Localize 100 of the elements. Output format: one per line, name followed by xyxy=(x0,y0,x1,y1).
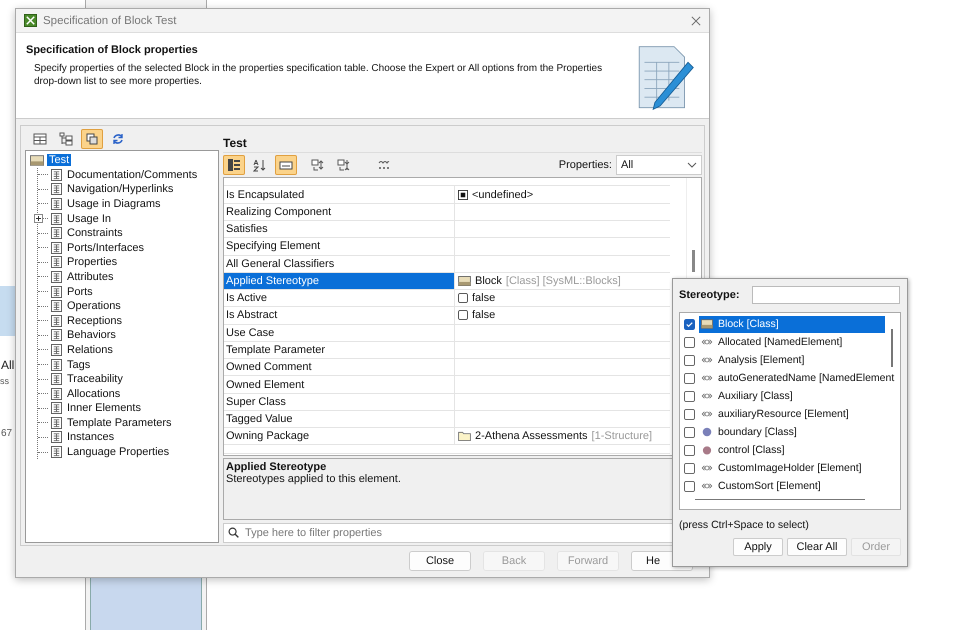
categorized-icon xyxy=(227,158,241,172)
tree-item[interactable]: Usage in Diagrams xyxy=(67,198,161,210)
table-row[interactable]: Realizing Component xyxy=(224,204,670,222)
page-icon xyxy=(51,183,62,196)
page-icon xyxy=(51,402,62,414)
table-row[interactable]: Super Class xyxy=(224,394,670,411)
tree-item[interactable]: Constraints xyxy=(67,227,123,240)
toolbar-button[interactable] xyxy=(223,154,245,174)
guillemet-icon xyxy=(701,391,713,401)
tree-item[interactable]: Inner Elements xyxy=(67,402,141,414)
list-item[interactable]: control [Class] xyxy=(699,442,885,458)
tree-item[interactable]: Navigation/Hyperlinks xyxy=(67,183,174,196)
tree-item[interactable]: Template Parameters xyxy=(67,416,172,429)
checkbox[interactable] xyxy=(684,462,695,474)
table-row[interactable]: Owning Package 2-Athena Assessments [1-Structure] xyxy=(224,428,670,446)
popup-button[interactable]: Clear All xyxy=(787,538,847,556)
checkbox[interactable] xyxy=(684,480,695,492)
property-value: 2-Athena Assessments xyxy=(475,430,588,442)
caret-icon xyxy=(687,162,697,168)
property-name: Is Active xyxy=(224,290,455,306)
tree-item[interactable]: Language Properties xyxy=(67,446,170,458)
tree-icon xyxy=(59,132,73,146)
tree-item[interactable]: Operations xyxy=(67,300,121,312)
page-icon xyxy=(51,168,62,181)
tree-item[interactable]: Documentation/Comments xyxy=(67,168,198,181)
checkbox[interactable] xyxy=(684,372,695,384)
table-row[interactable]: Tagged Value xyxy=(224,410,670,428)
property-value: false xyxy=(472,292,496,304)
sort-icon xyxy=(253,158,267,172)
tree-item[interactable]: Attributes xyxy=(67,270,114,283)
tree-item-label[interactable]: Test xyxy=(47,154,72,166)
guillemet-icon xyxy=(701,355,713,365)
filter-input[interactable]: Type here to filter properties xyxy=(243,526,673,540)
list-item[interactable]: Auxiliary [Class] xyxy=(699,388,885,404)
list-item[interactable]: CustomSort [Element] xyxy=(699,478,885,494)
checkbox[interactable] xyxy=(684,318,695,330)
background-text: ss xyxy=(0,376,9,386)
tree-item[interactable]: Tags xyxy=(67,358,90,371)
table-row[interactable]: Satisfies xyxy=(224,221,670,238)
table-row[interactable]: Specifying Element xyxy=(224,238,670,256)
property-name: Satisfies xyxy=(224,221,455,238)
stereotype-field[interactable] xyxy=(752,286,900,304)
block-icon xyxy=(30,154,44,166)
tree-item[interactable]: Test xyxy=(30,152,218,168)
checkbox[interactable] xyxy=(684,444,695,456)
block-icon xyxy=(701,319,713,329)
table-row[interactable]: Is Encapsulated <undefined> xyxy=(224,186,670,204)
toolbar-button[interactable] xyxy=(81,128,103,148)
dialog-button[interactable]: Close xyxy=(409,551,471,572)
table-row[interactable]: Applied Stereotype Block [Class] [SysML::Blocks] xyxy=(224,272,670,290)
list-item[interactable]: auxiliaryResource [Element] xyxy=(699,406,885,422)
table-row[interactable]: Use Case xyxy=(224,324,670,342)
checkbox[interactable] xyxy=(684,426,695,438)
table-row[interactable]: Template Parameter xyxy=(224,342,670,360)
close-icon[interactable] xyxy=(691,16,701,26)
filter-field[interactable]: Type here to filter properties xyxy=(223,522,674,542)
tree-item[interactable]: Usage In xyxy=(67,212,112,225)
checkbox[interactable] xyxy=(684,354,695,366)
list-item[interactable]: autoGeneratedName [NamedElement xyxy=(699,370,894,386)
checkbox[interactable] xyxy=(458,293,468,304)
toolbar-button[interactable] xyxy=(275,154,297,174)
page-icon xyxy=(51,416,62,429)
window-title: Specification of Block Test xyxy=(43,14,178,27)
tree-item[interactable]: Instances xyxy=(67,431,114,444)
list-item[interactable]: Allocated [NamedElement] xyxy=(699,334,885,350)
popup-button[interactable]: Apply xyxy=(733,538,783,556)
folder-icon xyxy=(458,431,471,442)
property-name: Owned Element xyxy=(224,376,455,393)
list-item[interactable]: Block [Class] xyxy=(699,316,885,332)
guillemet-icon xyxy=(701,337,713,347)
sphere-icon xyxy=(701,427,713,437)
table-row[interactable]: Owned Comment xyxy=(224,359,670,376)
list-item[interactable]: CustomImageHolder [Element] xyxy=(699,460,885,476)
tree-item[interactable]: Relations xyxy=(67,344,113,356)
scrollbar-thumb[interactable] xyxy=(692,250,695,272)
checkbox[interactable] xyxy=(684,336,695,348)
checkbox[interactable] xyxy=(458,310,468,320)
checkbox[interactable] xyxy=(684,408,695,420)
tree-item[interactable]: Behaviors xyxy=(67,329,116,342)
scrollbar-thumb[interactable] xyxy=(695,499,865,500)
tree-item[interactable]: Ports/Interfaces xyxy=(67,242,144,254)
table-row[interactable]: Is Active false xyxy=(224,290,670,308)
tree-item[interactable]: Traceability xyxy=(67,373,123,386)
page-icon xyxy=(51,344,62,356)
list-item[interactable]: Analysis [Element] xyxy=(699,352,885,368)
tree-item[interactable]: Allocations xyxy=(67,388,120,400)
tree-item[interactable]: Ports xyxy=(67,286,93,298)
page-icon xyxy=(51,373,62,386)
expand-icon[interactable] xyxy=(34,214,43,224)
list-item[interactable]: boundary [Class] xyxy=(699,424,885,440)
checkbox-icon[interactable] xyxy=(458,190,468,200)
tree-item[interactable]: Properties xyxy=(67,256,118,268)
checkbox[interactable] xyxy=(684,390,695,402)
table-row[interactable]: Is Abstract false xyxy=(224,307,670,325)
background-panel xyxy=(0,286,15,336)
properties-dropdown[interactable]: All xyxy=(616,154,702,174)
tree-item[interactable]: Receptions xyxy=(67,314,122,327)
table-row[interactable]: Owned Element xyxy=(224,376,670,394)
app-icon xyxy=(24,14,37,28)
scrollbar-thumb[interactable] xyxy=(891,329,893,367)
